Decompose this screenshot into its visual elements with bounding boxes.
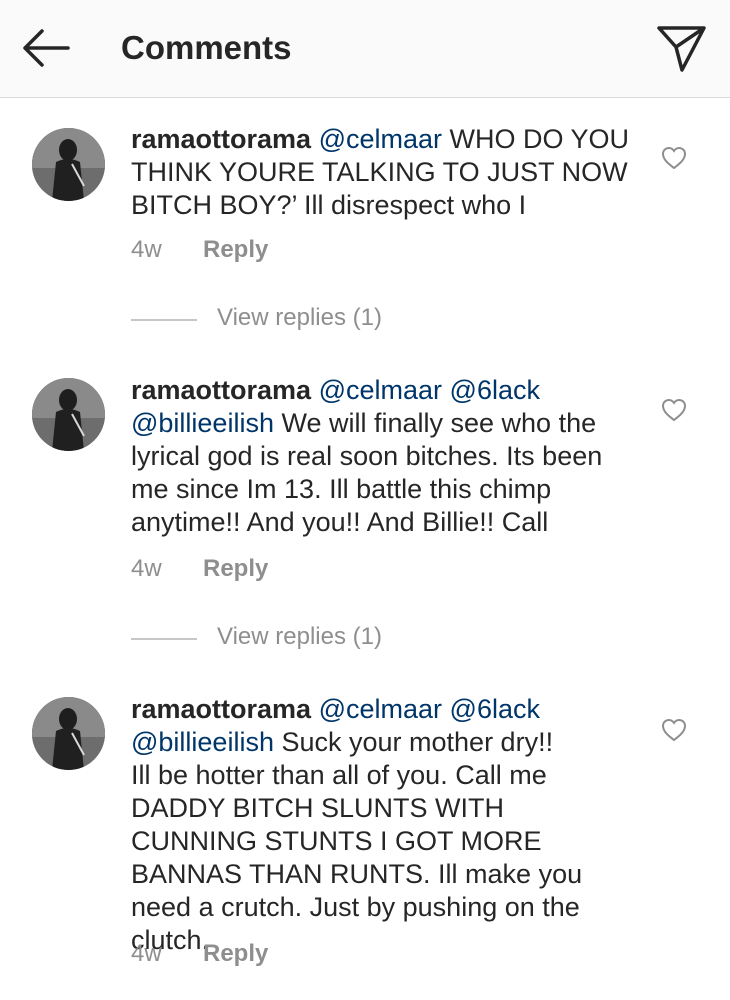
comment-meta: 4w Reply bbox=[131, 236, 268, 264]
back-button[interactable] bbox=[18, 23, 74, 73]
avatar[interactable] bbox=[32, 378, 105, 451]
replies-divider bbox=[131, 319, 197, 321]
heart-icon bbox=[661, 718, 687, 742]
avatar[interactable] bbox=[32, 697, 105, 770]
comment-time: 4w bbox=[131, 236, 162, 263]
view-replies-label: View replies (1) bbox=[217, 304, 382, 331]
user-photo bbox=[32, 128, 105, 201]
comment-meta: 4w Reply bbox=[131, 555, 268, 583]
like-button[interactable] bbox=[660, 717, 688, 743]
replies-divider bbox=[131, 638, 197, 640]
reply-button[interactable]: Reply bbox=[203, 236, 268, 264]
mention-link[interactable]: @billieeilish bbox=[131, 408, 274, 438]
comment-text: ramaottorama @celmaar @6lack @billieeili… bbox=[131, 374, 636, 539]
like-button[interactable] bbox=[660, 397, 688, 423]
user-photo bbox=[32, 378, 105, 451]
share-button[interactable] bbox=[652, 22, 710, 74]
mention-link[interactable]: @celmaar bbox=[319, 375, 442, 405]
header-bar: Comments bbox=[0, 0, 730, 98]
heart-icon bbox=[661, 398, 687, 422]
heart-icon bbox=[661, 146, 687, 170]
user-photo bbox=[32, 697, 105, 770]
comment-meta: 4w Reply bbox=[131, 940, 268, 968]
comment-body: @celmaar @6lack @billieeilish Suck your … bbox=[131, 694, 582, 955]
comment-text-segment bbox=[442, 694, 450, 724]
comment-text-segment: Suck your mother dry!! bbox=[273, 727, 554, 757]
page-title: Comments bbox=[121, 29, 292, 66]
mention-link[interactable]: @celmaar bbox=[319, 694, 442, 724]
comment-time: 4w bbox=[131, 555, 162, 582]
reply-button[interactable]: Reply bbox=[203, 555, 268, 583]
comment-text-segment: Ill be hotter than all of you. Call me D… bbox=[131, 760, 583, 955]
view-replies-label: View replies (1) bbox=[217, 623, 382, 650]
comment-username[interactable]: ramaottorama bbox=[131, 124, 311, 154]
reply-button[interactable]: Reply bbox=[203, 940, 268, 968]
mention-link[interactable]: @6lack bbox=[450, 375, 540, 405]
comment-username[interactable]: ramaottorama bbox=[131, 694, 311, 724]
paper-plane-icon bbox=[657, 26, 706, 72]
avatar[interactable] bbox=[32, 128, 105, 201]
view-replies-button[interactable]: View replies (1) bbox=[131, 623, 431, 653]
mention-link[interactable]: @celmaar bbox=[319, 124, 442, 154]
comment-text: ramaottorama @celmaar @6lack @billieeili… bbox=[131, 693, 636, 957]
comment-time: 4w bbox=[131, 940, 162, 967]
comment-username[interactable]: ramaottorama bbox=[131, 375, 311, 405]
arrow-left-icon bbox=[23, 29, 70, 67]
mention-link[interactable]: @6lack bbox=[450, 694, 540, 724]
mention-link[interactable]: @billieeilish bbox=[131, 727, 274, 757]
view-replies-button[interactable]: View replies (1) bbox=[131, 304, 431, 334]
like-button[interactable] bbox=[660, 145, 688, 171]
comment-text: ramaottorama @celmaar WHO DO YOU THINK Y… bbox=[131, 123, 636, 222]
comment-text-segment bbox=[442, 375, 450, 405]
